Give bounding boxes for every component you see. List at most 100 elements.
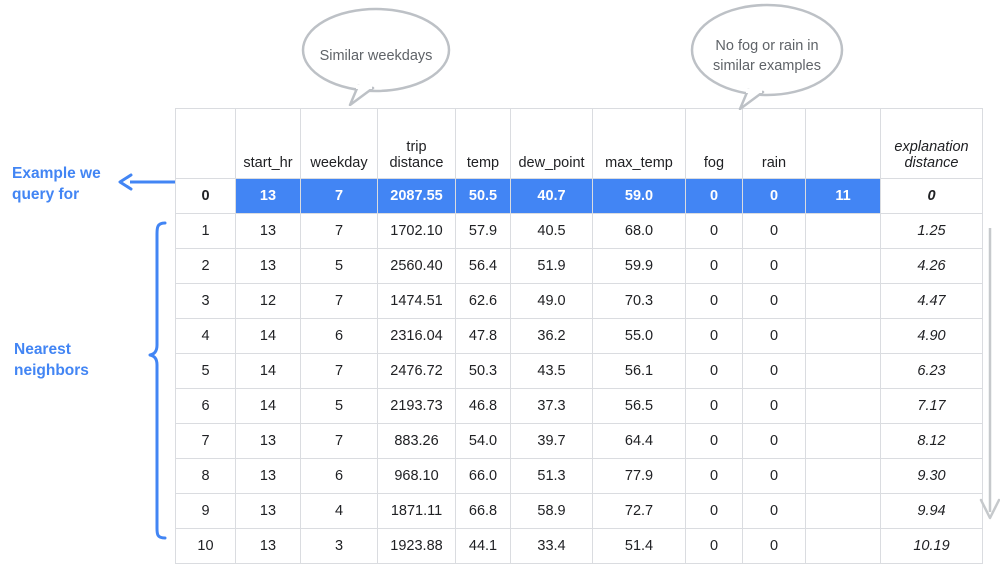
cell-start-hr: 13 <box>235 213 301 249</box>
cell-dew-point: 39.7 <box>510 423 593 459</box>
column-header-trip-distance: trip distance <box>377 108 456 179</box>
cell-trip-distance: 2560.40 <box>377 248 456 284</box>
cell-duration: 11 <box>805 458 881 494</box>
cell-temp: 44.1 <box>455 528 511 564</box>
cell-temp: 56.4 <box>455 248 511 284</box>
table-row: 8 13 6 968.10 66.0 51.3 77.9 0 0 11 9.30 <box>175 458 983 494</box>
cell-rain: 0 <box>742 423 806 459</box>
cell-duration: 16 <box>805 388 881 424</box>
table-row: 3 12 7 1474.51 62.6 49.0 70.3 0 0 9 4.47 <box>175 283 983 319</box>
cell-fog: 0 <box>685 178 743 214</box>
cell-index: 0 <box>175 178 236 214</box>
table-row: 2 13 5 2560.40 56.4 51.9 59.9 0 0 16 4.2… <box>175 248 983 284</box>
cell-duration: 16 <box>805 493 881 529</box>
cell-weekday: 6 <box>300 458 378 494</box>
table-header-row: start_hr weekday trip distance temp dew_… <box>175 108 983 179</box>
cell-dew-point: 40.5 <box>510 213 593 249</box>
cell-duration: 15 <box>805 318 881 354</box>
cell-fog: 0 <box>685 248 743 284</box>
cell-index: 9 <box>175 493 236 529</box>
cell-fog: 0 <box>685 283 743 319</box>
cell-temp: 62.6 <box>455 283 511 319</box>
table-row: 9 13 4 1871.11 66.8 58.9 72.7 0 0 16 9.9… <box>175 493 983 529</box>
cell-duration: 28 <box>805 353 881 389</box>
cell-weekday: 7 <box>300 423 378 459</box>
cell-max-temp: 68.0 <box>592 213 686 249</box>
cell-fog: 0 <box>685 213 743 249</box>
table-row: 4 14 6 2316.04 47.8 36.2 55.0 0 0 15 4.9… <box>175 318 983 354</box>
cell-trip-distance: 2476.72 <box>377 353 456 389</box>
cell-start-hr: 14 <box>235 353 301 389</box>
column-header-max-temp: max_temp <box>592 108 686 179</box>
cell-duration: 11 <box>805 178 881 214</box>
column-header-dew-point: dew_point <box>510 108 593 179</box>
cell-trip-distance: 2316.04 <box>377 318 456 354</box>
cell-rain: 0 <box>742 458 806 494</box>
column-header-index <box>175 108 236 179</box>
cell-index: 6 <box>175 388 236 424</box>
cell-explanation-distance: 4.26 <box>880 248 983 284</box>
cell-start-hr: 13 <box>235 178 301 214</box>
cell-temp: 57.9 <box>455 213 511 249</box>
cell-trip-distance: 1702.10 <box>377 213 456 249</box>
cell-temp: 54.0 <box>455 423 511 459</box>
cell-dew-point: 37.3 <box>510 388 593 424</box>
table-row: 7 13 7 883.26 54.0 39.7 64.4 0 0 23 8.12 <box>175 423 983 459</box>
cell-explanation-distance: 4.47 <box>880 283 983 319</box>
cell-max-temp: 51.4 <box>592 528 686 564</box>
cell-explanation-distance: 10.19 <box>880 528 983 564</box>
cell-weekday: 5 <box>300 248 378 284</box>
cell-trip-distance: 1871.11 <box>377 493 456 529</box>
cell-duration: 16 <box>805 248 881 284</box>
annotation-example-we-query-for: Example we query for <box>12 165 101 203</box>
cell-dew-point: 40.7 <box>510 178 593 214</box>
cell-duration: 10 <box>805 213 881 249</box>
cell-rain: 0 <box>742 528 806 564</box>
cell-fog: 0 <box>685 353 743 389</box>
cell-rain: 0 <box>742 178 806 214</box>
column-header-temp: temp <box>455 108 511 179</box>
cell-trip-distance: 2087.55 <box>377 178 456 214</box>
cell-weekday: 7 <box>300 178 378 214</box>
cell-duration: 15 <box>805 528 881 564</box>
cell-rain: 0 <box>742 213 806 249</box>
cell-index: 2 <box>175 248 236 284</box>
cell-explanation-distance: 4.90 <box>880 318 983 354</box>
column-header-fog: fog <box>685 108 743 179</box>
cell-weekday: 7 <box>300 353 378 389</box>
callout-text: No fog or rain in similar examples <box>713 38 821 74</box>
cell-fog: 0 <box>685 528 743 564</box>
callout-similar-weekdays: Similar weekdays <box>300 6 452 106</box>
cell-fog: 0 <box>685 388 743 424</box>
cell-fog: 0 <box>685 423 743 459</box>
cell-weekday: 4 <box>300 493 378 529</box>
cell-dew-point: 49.0 <box>510 283 593 319</box>
cell-weekday: 3 <box>300 528 378 564</box>
cell-fog: 0 <box>685 458 743 494</box>
cell-start-hr: 12 <box>235 283 301 319</box>
cell-dew-point: 51.3 <box>510 458 593 494</box>
cell-index: 3 <box>175 283 236 319</box>
cell-max-temp: 55.0 <box>592 318 686 354</box>
cell-rain: 0 <box>742 318 806 354</box>
cell-trip-distance: 883.26 <box>377 423 456 459</box>
cell-max-temp: 56.1 <box>592 353 686 389</box>
cell-index: 10 <box>175 528 236 564</box>
cell-max-temp: 70.3 <box>592 283 686 319</box>
cell-weekday: 5 <box>300 388 378 424</box>
cell-rain: 0 <box>742 248 806 284</box>
table-row: 1 13 7 1702.10 57.9 40.5 68.0 0 0 10 1.2… <box>175 213 983 249</box>
cell-explanation-distance: 6.23 <box>880 353 983 389</box>
cell-trip-distance: 1474.51 <box>377 283 456 319</box>
cell-weekday: 6 <box>300 318 378 354</box>
cell-start-hr: 13 <box>235 248 301 284</box>
cell-dew-point: 43.5 <box>510 353 593 389</box>
cell-dew-point: 36.2 <box>510 318 593 354</box>
column-header-duration: duration <box>805 108 881 179</box>
cell-explanation-distance: 1.25 <box>880 213 983 249</box>
table-row: 5 14 7 2476.72 50.3 43.5 56.1 0 0 28 6.2… <box>175 353 983 389</box>
cell-trip-distance: 968.10 <box>377 458 456 494</box>
cell-start-hr: 13 <box>235 493 301 529</box>
cell-explanation-distance: 7.17 <box>880 388 983 424</box>
column-header-start-hr: start_hr <box>235 108 301 179</box>
